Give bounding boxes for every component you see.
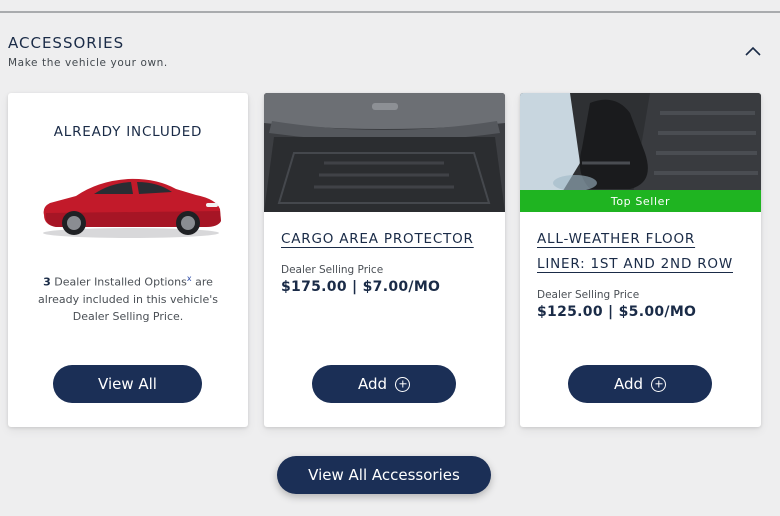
price-value: $125.00 | $5.00/MO bbox=[537, 304, 697, 320]
plus-circle-icon bbox=[651, 376, 667, 392]
view-all-accessories-button[interactable]: View All Accessories bbox=[277, 456, 491, 494]
product-name-link[interactable]: ALL-WEATHER FLOOR LINER: 1ST AND 2ND ROW bbox=[537, 227, 747, 277]
included-options-count: 3 bbox=[43, 275, 51, 289]
plus-circle-icon bbox=[395, 376, 411, 392]
product-card-floor-liner: Top Seller ALL-WEATHER FLOOR LINER: 1ST … bbox=[520, 93, 761, 427]
chevron-up-icon bbox=[745, 46, 761, 56]
product-card-cargo-area-protector: CARGO AREA PROTECTOR Dealer Selling Pric… bbox=[264, 93, 505, 427]
included-text-part1: Dealer Installed Options bbox=[50, 275, 187, 289]
section-subtitle: Make the vehicle your own. bbox=[8, 57, 168, 69]
vehicle-image bbox=[43, 178, 221, 238]
view-all-included-button[interactable]: View All bbox=[53, 365, 202, 403]
price-label: Dealer Selling Price bbox=[537, 289, 640, 301]
view-all-label: View All bbox=[98, 375, 157, 393]
add-label: Add bbox=[613, 375, 644, 393]
already-included-card: ALREADY INCLUDED 3 Dealer Installed Opti… bbox=[8, 93, 248, 427]
view-all-accessories-label: View All Accessories bbox=[308, 466, 460, 484]
add-floor-liner-button[interactable]: Add bbox=[568, 365, 712, 403]
cargo-protector-image bbox=[264, 93, 505, 212]
add-label: Add bbox=[357, 375, 388, 393]
included-options-text: 3 Dealer Installed Optionsx are already … bbox=[28, 270, 228, 325]
collapse-button[interactable] bbox=[741, 40, 765, 64]
top-seller-badge: Top Seller bbox=[520, 190, 761, 212]
top-divider bbox=[0, 11, 780, 13]
price-value: $175.00 | $7.00/MO bbox=[281, 279, 441, 295]
add-cargo-protector-button[interactable]: Add bbox=[312, 365, 456, 403]
section-title: ACCESSORIES bbox=[8, 34, 125, 52]
price-label: Dealer Selling Price bbox=[281, 264, 384, 276]
already-included-heading: ALREADY INCLUDED bbox=[53, 124, 203, 140]
product-name-link[interactable]: CARGO AREA PROTECTOR bbox=[281, 227, 491, 252]
